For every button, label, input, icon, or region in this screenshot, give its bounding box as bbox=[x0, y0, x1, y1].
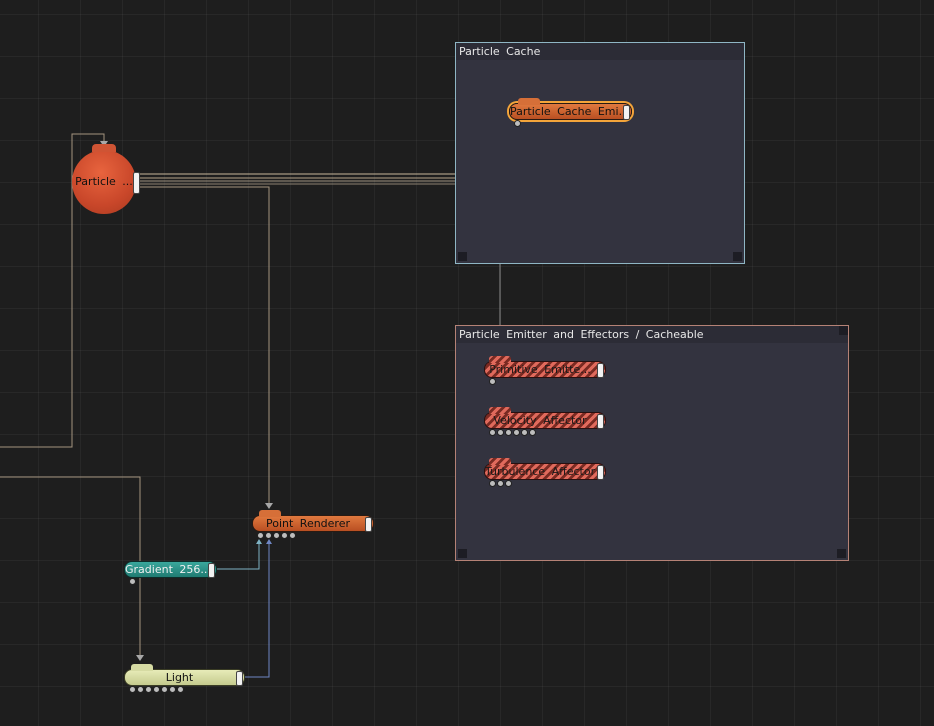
port-icon[interactable] bbox=[489, 429, 496, 436]
port-icon[interactable] bbox=[529, 429, 536, 436]
port-icon[interactable] bbox=[289, 532, 296, 539]
node-input-tab[interactable] bbox=[131, 664, 153, 671]
node-ports bbox=[514, 120, 521, 127]
port-icon[interactable] bbox=[505, 480, 512, 487]
light-node[interactable]: Light bbox=[124, 664, 245, 693]
port-icon[interactable] bbox=[161, 686, 168, 693]
group-title[interactable]: Particle Emitter and Effectors / Cacheab… bbox=[456, 326, 848, 343]
node-ports bbox=[489, 378, 496, 385]
port-icon[interactable] bbox=[489, 378, 496, 385]
port-icon[interactable] bbox=[273, 532, 280, 539]
port-icon[interactable] bbox=[129, 686, 136, 693]
resize-handle[interactable] bbox=[458, 252, 467, 261]
port-icon[interactable] bbox=[505, 429, 512, 436]
port-icon[interactable] bbox=[497, 480, 504, 487]
node-output-handle[interactable] bbox=[597, 363, 604, 378]
port-icon[interactable] bbox=[153, 686, 160, 693]
node-output-handle[interactable] bbox=[133, 172, 140, 194]
port-icon[interactable] bbox=[281, 532, 288, 539]
resize-handle[interactable] bbox=[733, 252, 742, 261]
node-output-handle[interactable] bbox=[365, 517, 372, 532]
port-icon[interactable] bbox=[177, 686, 184, 693]
node-input-tab[interactable] bbox=[489, 356, 511, 363]
node-label: Velocity Affector bbox=[493, 414, 587, 427]
node-output-handle[interactable] bbox=[597, 465, 604, 480]
group-header-corner bbox=[839, 326, 848, 335]
wire-gradient-to-renderer bbox=[216, 540, 260, 570]
node-output-handle[interactable] bbox=[623, 105, 630, 120]
node-label: Point Renderer bbox=[265, 517, 351, 530]
node-input-tab[interactable] bbox=[518, 98, 540, 105]
port-icon[interactable] bbox=[145, 686, 152, 693]
node-input-tab[interactable] bbox=[489, 458, 511, 465]
gradient-node[interactable]: Gradient 256... bbox=[124, 561, 217, 585]
node-output-handle[interactable] bbox=[597, 414, 604, 429]
node-label: Gradient 256... bbox=[125, 563, 211, 576]
point-renderer-node[interactable]: Point Renderer bbox=[252, 510, 374, 539]
turbulence-affector-node[interactable]: Turbulence Affector bbox=[484, 458, 606, 487]
wire-left-to-light bbox=[0, 476, 141, 658]
node-ports bbox=[489, 429, 536, 436]
node-output-handle[interactable] bbox=[208, 563, 215, 578]
node-ports bbox=[257, 532, 296, 539]
node-ports bbox=[129, 578, 136, 585]
group-particle-cache[interactable]: Particle Cache bbox=[455, 42, 745, 264]
node-ports bbox=[489, 480, 512, 487]
node-label: Particle Cache Emi... bbox=[510, 105, 630, 118]
port-icon[interactable] bbox=[265, 532, 272, 539]
node-input-tab[interactable] bbox=[92, 144, 116, 152]
port-icon[interactable] bbox=[521, 429, 528, 436]
node-input-tab[interactable] bbox=[259, 510, 281, 517]
resize-handle[interactable] bbox=[458, 549, 467, 558]
velocity-affector-node[interactable]: Velocity Affector bbox=[484, 407, 606, 436]
port-icon[interactable] bbox=[514, 120, 521, 127]
port-icon[interactable] bbox=[513, 429, 520, 436]
node-label: Light bbox=[165, 671, 194, 684]
port-icon[interactable] bbox=[497, 429, 504, 436]
node-input-tab[interactable] bbox=[489, 407, 511, 414]
wire-particle-to-renderer bbox=[137, 186, 270, 506]
resize-handle[interactable] bbox=[837, 549, 846, 558]
node-output-handle[interactable] bbox=[236, 671, 243, 686]
port-icon[interactable] bbox=[169, 686, 176, 693]
port-icon[interactable] bbox=[129, 578, 136, 585]
primitive-emitter-node[interactable]: Primitive Emitte... bbox=[484, 356, 606, 385]
port-icon[interactable] bbox=[489, 480, 496, 487]
node-ports bbox=[129, 686, 184, 693]
port-icon[interactable] bbox=[137, 686, 144, 693]
port-icon[interactable] bbox=[257, 532, 264, 539]
particle-system-node[interactable]: Particle ... bbox=[72, 144, 140, 214]
wire-light-to-renderer bbox=[243, 540, 270, 678]
particle-cache-emitter-node[interactable]: Particle Cache Emi... bbox=[509, 98, 632, 127]
node-label: Primitive Emitte... bbox=[489, 363, 591, 376]
node-label: Particle ... bbox=[75, 175, 133, 188]
group-title[interactable]: Particle Cache bbox=[456, 43, 744, 60]
node-label: Turbulence Affector bbox=[485, 465, 596, 478]
